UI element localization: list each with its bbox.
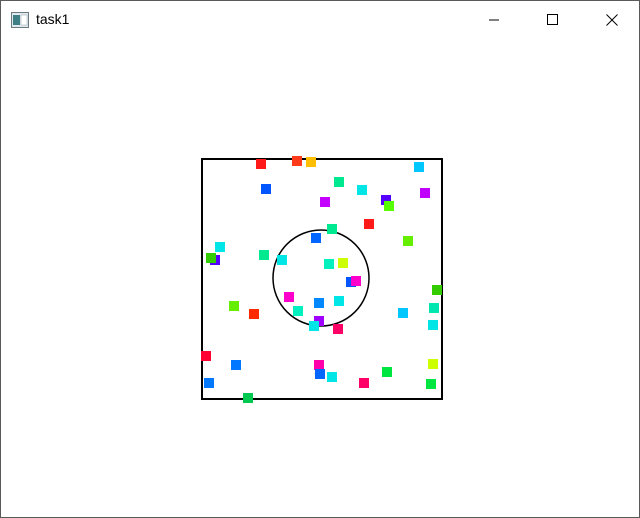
particle-square: [309, 321, 319, 331]
particle-square: [292, 156, 302, 166]
particle-square: [201, 351, 211, 361]
particle-square: [256, 159, 266, 169]
drawing-canvas: [1, 38, 639, 517]
particle-square: [315, 369, 325, 379]
maximize-icon: [547, 14, 558, 25]
app-window-icon: [11, 12, 29, 28]
particle-square: [357, 185, 367, 195]
particle-square: [414, 162, 424, 172]
particle-square: [338, 258, 348, 268]
particle-square: [206, 253, 216, 263]
particle-square: [428, 320, 438, 330]
window-title: task1: [36, 11, 70, 27]
particle-square: [359, 378, 369, 388]
particle-square: [398, 308, 408, 318]
particle-square: [333, 324, 343, 334]
particle-square: [327, 224, 337, 234]
particle-square: [314, 298, 324, 308]
particle-square: [277, 255, 287, 265]
particle-square: [334, 177, 344, 187]
particle-square: [334, 296, 344, 306]
particle-square: [426, 379, 436, 389]
close-button[interactable]: [589, 1, 635, 38]
particle-square: [249, 309, 259, 319]
minimize-icon: [489, 19, 499, 21]
close-icon: [606, 14, 618, 26]
particle-square: [324, 259, 334, 269]
particle-square: [429, 303, 439, 313]
particle-square: [215, 242, 225, 252]
particle-square: [204, 378, 214, 388]
particles-layer: [201, 156, 442, 403]
particle-square: [311, 233, 321, 243]
particle-square: [284, 292, 294, 302]
particle-square: [403, 236, 413, 246]
particle-square: [384, 201, 394, 211]
particle-square: [229, 301, 239, 311]
particle-square: [320, 197, 330, 207]
particle-square: [420, 188, 430, 198]
particle-square: [382, 367, 392, 377]
title-bar[interactable]: task1: [1, 1, 639, 38]
particle-square: [243, 393, 253, 403]
particle-square: [261, 184, 271, 194]
particle-square: [231, 360, 241, 370]
particle-square: [364, 219, 374, 229]
particle-square: [259, 250, 269, 260]
app-window: task1: [0, 0, 640, 518]
particle-square: [314, 360, 324, 370]
particle-square: [306, 157, 316, 167]
particle-square: [327, 372, 337, 382]
maximize-button[interactable]: [529, 1, 575, 38]
particle-scene: [201, 156, 443, 403]
particle-square: [428, 359, 438, 369]
particle-square: [351, 276, 361, 286]
minimize-button[interactable]: [471, 1, 517, 38]
particle-square: [293, 306, 303, 316]
particle-square: [432, 285, 442, 295]
